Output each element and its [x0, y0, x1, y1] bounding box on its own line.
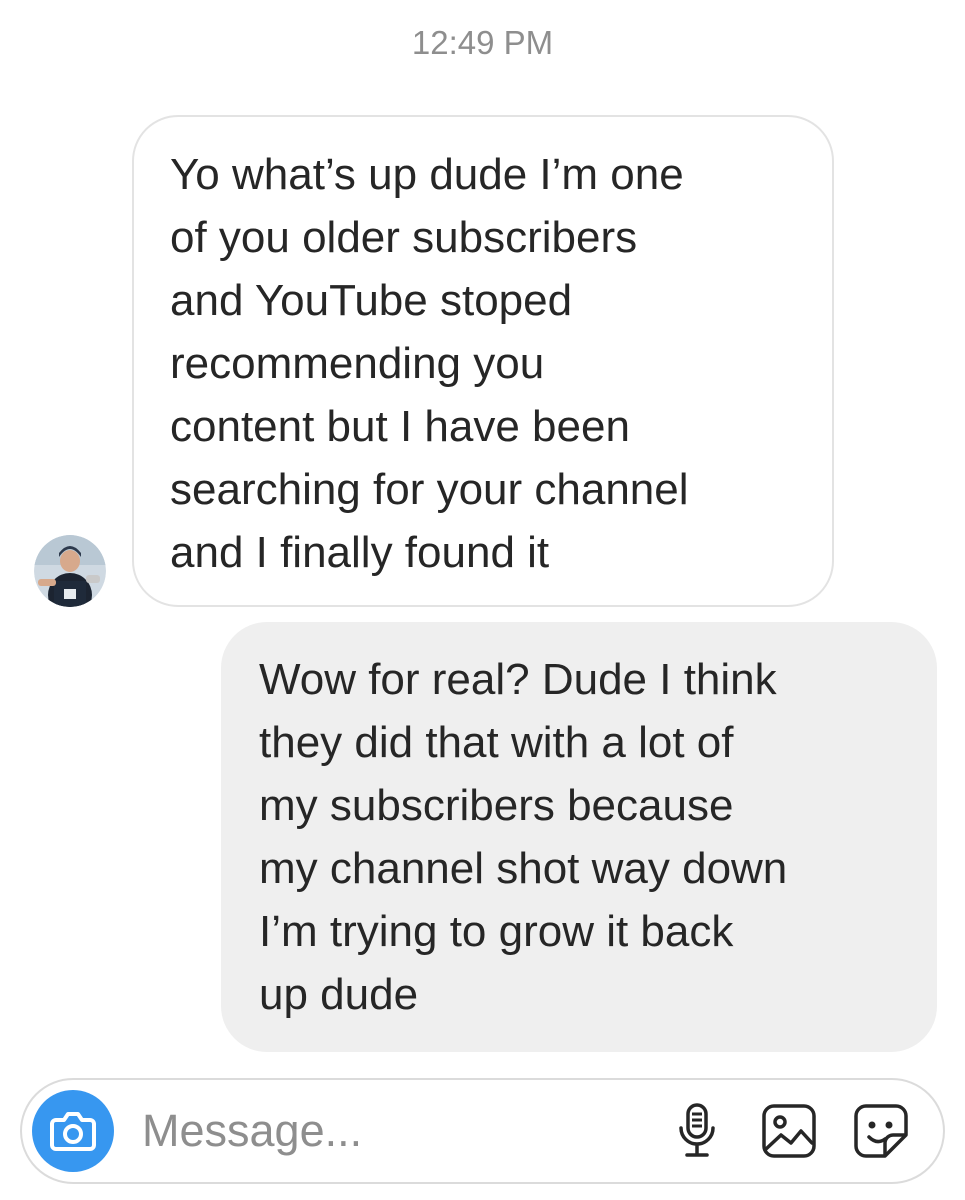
sticker-button[interactable] — [850, 1100, 912, 1162]
microphone-button[interactable] — [666, 1100, 728, 1162]
message-timestamp: 12:49 PM — [411, 24, 554, 61]
camera-button[interactable] — [32, 1090, 114, 1172]
chat-screen: 12:49 PM Yo what’s up dude I’m one of yo… — [0, 0, 965, 1200]
sender-avatar[interactable] — [34, 535, 106, 607]
message-input[interactable] — [142, 1102, 662, 1160]
avatar-image — [34, 535, 106, 607]
outgoing-message-bubble[interactable]: Wow for real? Dude I think they did that… — [221, 622, 937, 1052]
message-composer — [20, 1078, 945, 1184]
image-icon — [762, 1104, 816, 1158]
incoming-message-bubble[interactable]: Yo what’s up dude I’m one of you older s… — [132, 115, 834, 607]
sticker-icon — [854, 1104, 908, 1158]
gallery-button[interactable] — [758, 1100, 820, 1162]
camera-icon — [50, 1112, 96, 1151]
microphone-icon — [679, 1103, 715, 1157]
